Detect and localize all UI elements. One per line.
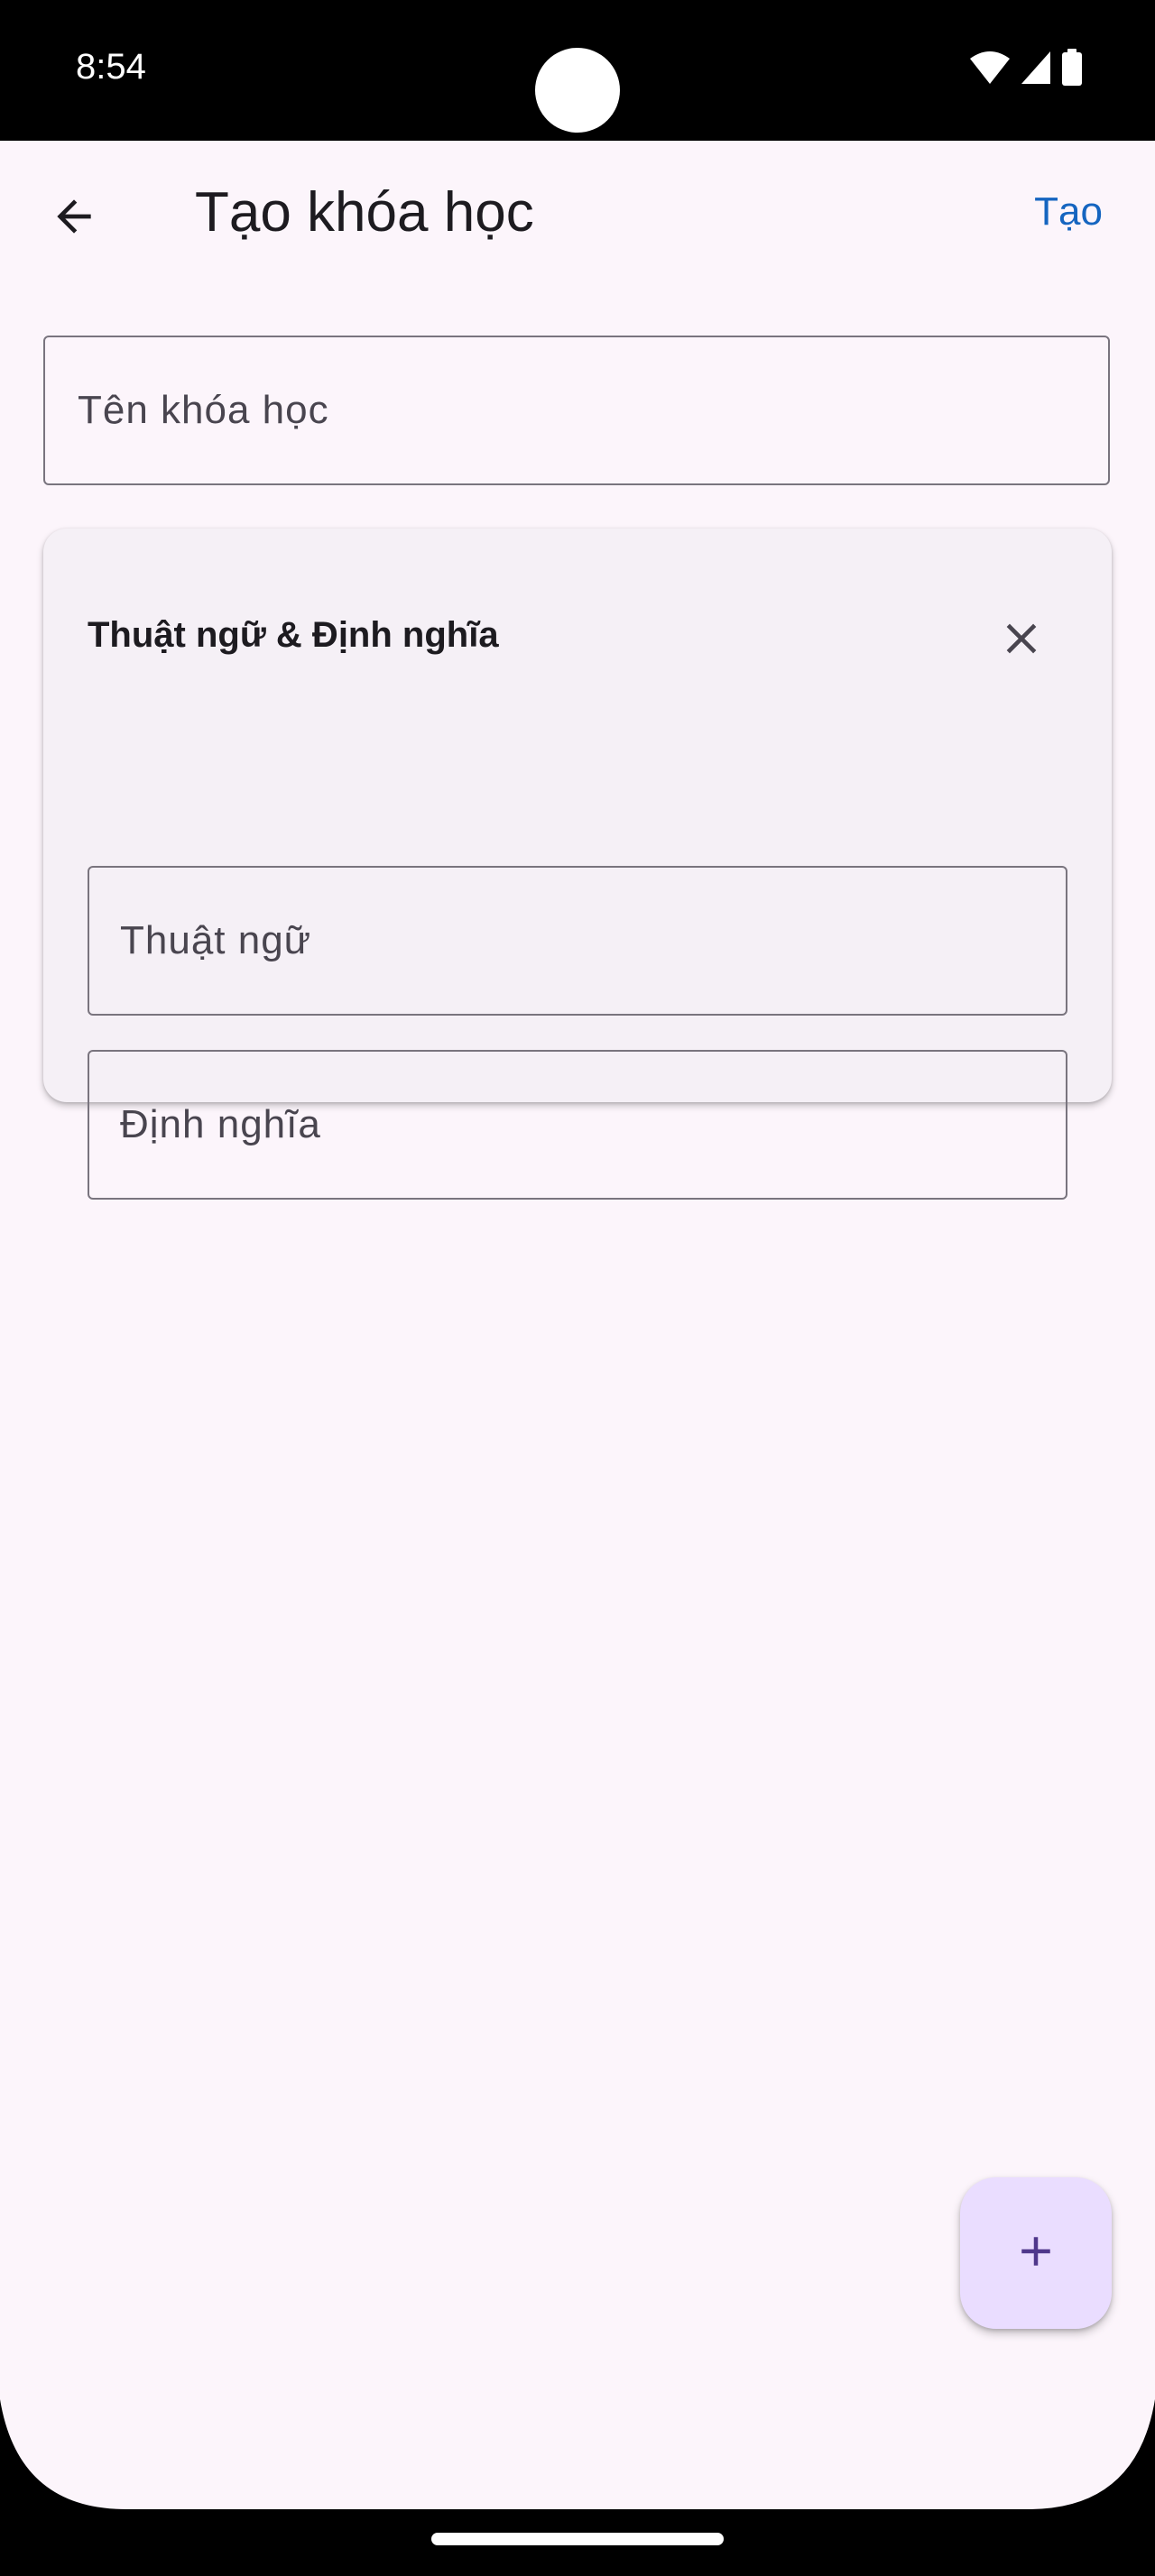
- page-title: Tạo khóa học: [195, 181, 534, 244]
- course-name-field[interactable]: Tên khóa học: [43, 336, 1110, 485]
- arrow-back-icon: [49, 191, 99, 246]
- app-bar: Tạo khóa học Tạo: [0, 141, 1155, 292]
- definition-placeholder: Định nghĩa: [120, 1102, 321, 1146]
- navigation-bar: [0, 2509, 1155, 2576]
- screen: Tạo khóa học Tạo Tên khóa học Thuật ngữ …: [0, 141, 1155, 2509]
- definition-field[interactable]: Định nghĩa: [88, 1050, 1067, 1200]
- plus-icon: [1012, 2227, 1060, 2280]
- status-icons: [969, 49, 1083, 91]
- create-button[interactable]: Tạo: [1034, 189, 1103, 235]
- status-bar: 8:54: [0, 0, 1155, 141]
- status-time: 8:54: [76, 47, 146, 87]
- cellular-signal-icon: [1020, 50, 1052, 90]
- card-title: Thuật ngữ & Định nghĩa: [88, 615, 499, 655]
- term-placeholder: Thuật ngữ: [120, 918, 312, 962]
- screen-corner-right: [1029, 2399, 1155, 2509]
- term-definition-card: Thuật ngữ & Định nghĩa Thuật ngữ Định ng…: [43, 529, 1112, 1200]
- wifi-icon: [969, 50, 1011, 90]
- battery-icon: [1061, 49, 1083, 91]
- term-field[interactable]: Thuật ngữ: [88, 866, 1067, 1016]
- close-icon: [996, 613, 1047, 668]
- phone-frame: 8:54 Tạo khóa học Tạo Tên khóa học Thuật…: [0, 0, 1155, 2576]
- back-button[interactable]: [36, 180, 112, 256]
- add-card-fab[interactable]: [960, 2177, 1112, 2329]
- screen-corner-left: [0, 2399, 126, 2509]
- course-name-placeholder: Tên khóa học: [78, 388, 329, 432]
- front-camera-cutout: [535, 48, 620, 133]
- home-indicator[interactable]: [431, 2533, 724, 2545]
- card-close-button[interactable]: [994, 613, 1049, 667]
